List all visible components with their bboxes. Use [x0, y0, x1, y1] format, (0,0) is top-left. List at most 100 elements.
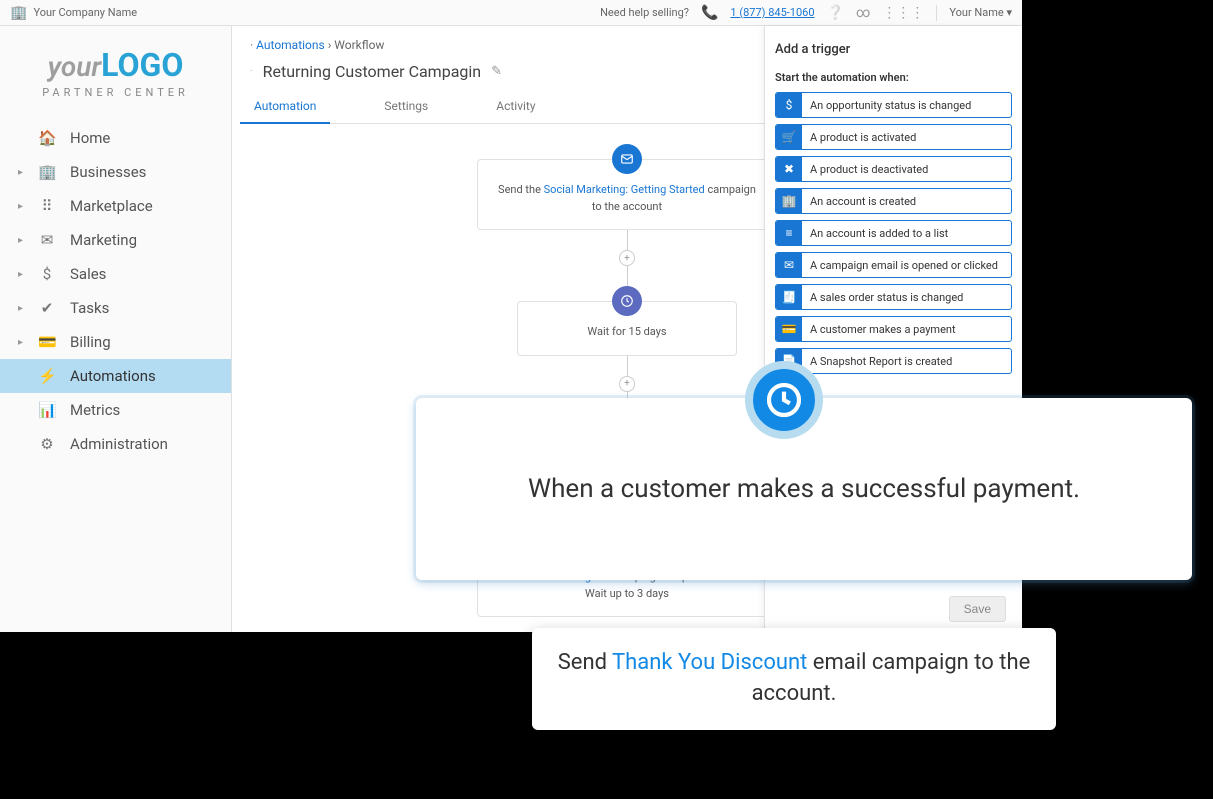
- topbar: 🏢 Your Company Name Need help selling? 📞…: [0, 0, 1022, 26]
- nav-item-metrics[interactable]: 📊 Metrics: [0, 393, 231, 427]
- building-icon: 🏢: [38, 163, 56, 181]
- nav-label: Metrics: [70, 401, 120, 419]
- callout-second: Send Thank You Discount email campaign t…: [532, 628, 1056, 730]
- trigger-option[interactable]: 💳A customer makes a payment: [775, 316, 1012, 342]
- nav: 🏠 Home ▸ 🏢 Businesses ▸⠿Marketplace ▸ ✉ Marketin…: [0, 121, 231, 461]
- trigger-label: A product is activated: [802, 131, 924, 144]
- bolt-icon: ⚡: [38, 367, 56, 385]
- add-step-button[interactable]: +: [619, 250, 635, 266]
- edit-icon[interactable]: ✎: [491, 64, 502, 79]
- nav-item-sales[interactable]: ▸$Sales: [0, 257, 231, 291]
- breadcrumb-root[interactable]: Automations: [256, 38, 325, 52]
- nav-item-marketing[interactable]: ▸ ✉ Marketing: [0, 223, 231, 257]
- chart-icon: 📊: [38, 401, 56, 419]
- page-title: Returning Customer Campagin: [263, 62, 481, 81]
- nav-label: Automations: [70, 367, 156, 385]
- home-icon: 🏠: [38, 129, 56, 147]
- nav-label: Marketplace: [70, 197, 153, 215]
- trigger-label: A Snapshot Report is created: [802, 355, 960, 368]
- trigger-label: A customer makes a payment: [802, 323, 964, 336]
- connector: [627, 230, 628, 250]
- cart-icon: 🛒: [776, 124, 802, 150]
- trigger-label: A campaign email is opened or clicked: [802, 259, 1006, 272]
- gear-icon: ⚙: [38, 435, 56, 453]
- logo: yourLOGO PARTNER CENTER: [0, 26, 231, 109]
- trigger-label: An account is added to a list: [802, 227, 956, 240]
- list-icon: ≡: [776, 220, 802, 246]
- phone-icon: 📞: [701, 5, 718, 21]
- trigger-option[interactable]: 🧾A sales order status is changed: [775, 284, 1012, 310]
- panel-subtitle: Start the automation when:: [775, 71, 1012, 84]
- nav-item-billing[interactable]: ▸ 💳 Billing: [0, 325, 231, 359]
- divider: [936, 5, 937, 21]
- connector: [627, 356, 628, 376]
- user-menu[interactable]: Your Name ▾: [949, 6, 1012, 19]
- logo-subtitle: PARTNER CENTER: [10, 86, 221, 99]
- chevron-right-icon: ▸: [18, 303, 24, 314]
- phone-link[interactable]: 1 (877) 845-1060: [730, 6, 814, 19]
- chevron-right-icon: ▸: [18, 269, 24, 280]
- company-icon: 🏢: [10, 5, 27, 21]
- nav-item-businesses[interactable]: ▸ 🏢 Businesses: [0, 155, 231, 189]
- nav-label: Tasks: [70, 299, 109, 317]
- mail-icon: ✉: [776, 252, 802, 278]
- trigger-option[interactable]: ✖A product is deactivated: [775, 156, 1012, 182]
- logo-part2: LOGO: [101, 46, 183, 84]
- infinity-icon[interactable]: ∞: [856, 5, 870, 21]
- chevron-right-icon: ▸: [18, 235, 24, 246]
- trigger-option[interactable]: ≡An account is added to a list: [775, 220, 1012, 246]
- nav-label: Businesses: [70, 163, 146, 181]
- connector: [627, 266, 628, 286]
- chevron-right-icon: ▸: [18, 167, 24, 178]
- mail-icon: ✉: [38, 231, 56, 249]
- campaign-link-1[interactable]: Social Marketing: Getting Started: [544, 183, 705, 196]
- card-icon: 💳: [776, 316, 802, 342]
- nav-item-home[interactable]: 🏠 Home: [0, 121, 231, 155]
- nav-item-marketplace[interactable]: ▸⠿Marketplace: [0, 189, 231, 223]
- trigger-option[interactable]: 🏢An account is created: [775, 188, 1012, 214]
- topbar-right: Need help selling? 📞 1 (877) 845-1060 ❔ …: [600, 5, 1012, 21]
- callout-second-text: Send Thank You Discount email campaign t…: [552, 648, 1036, 710]
- nav-item-tasks[interactable]: ▸ ✔ Tasks: [0, 291, 231, 325]
- check-icon: ✔: [38, 299, 56, 317]
- cart-off-icon: ✖: [776, 156, 802, 182]
- logo-part1: your: [48, 50, 102, 83]
- nav-item-automations[interactable]: ⚡ Automations: [0, 359, 231, 393]
- trigger-label: An opportunity status is changed: [802, 99, 979, 112]
- chevron-right-icon: ▸: [18, 337, 24, 348]
- save-button[interactable]: Save: [949, 596, 1006, 622]
- trigger-label: An account is created: [802, 195, 924, 208]
- tab-settings[interactable]: Settings: [380, 91, 432, 123]
- trigger-option[interactable]: 🛒A product is activated: [775, 124, 1012, 150]
- dollar-icon: $: [776, 92, 802, 118]
- clock-icon: [612, 286, 642, 316]
- topbar-left: 🏢 Your Company Name: [10, 5, 137, 21]
- sidebar: yourLOGO PARTNER CENTER 🏠 Home ▸ 🏢 Businesse…: [0, 26, 232, 632]
- help-text: Need help selling?: [600, 6, 689, 19]
- mail-icon: [612, 144, 642, 174]
- company-name: Your Company Name: [33, 6, 137, 19]
- nav-item-administration[interactable]: ⚙ Administration: [0, 427, 231, 461]
- apps-icon[interactable]: ⋮⋮⋮: [882, 5, 924, 21]
- trigger-label: A product is deactivated: [802, 163, 936, 176]
- receipt-icon: 🧾: [776, 284, 802, 310]
- nav-label: Administration: [70, 435, 168, 453]
- add-step-button[interactable]: +: [619, 376, 635, 392]
- breadcrumb-sep: ›: [328, 38, 332, 52]
- nav-label: Home: [70, 129, 110, 147]
- trigger-option[interactable]: $An opportunity status is changed: [775, 92, 1012, 118]
- nav-label: Billing: [70, 333, 111, 351]
- trigger-list: $An opportunity status is changed🛒A prod…: [775, 92, 1012, 374]
- breadcrumb-current: Workflow: [334, 38, 384, 52]
- help-icon[interactable]: ❔: [827, 5, 844, 21]
- discount-link[interactable]: Thank You Discount: [612, 650, 807, 675]
- card-icon: 💳: [38, 333, 56, 351]
- nav-label: Marketing: [70, 231, 137, 249]
- tab-automation[interactable]: Automation: [250, 91, 320, 123]
- trigger-option[interactable]: 📄A Snapshot Report is created: [775, 348, 1012, 374]
- tab-activity[interactable]: Activity: [492, 91, 539, 123]
- building-icon: 🏢: [776, 188, 802, 214]
- panel-title: Add a trigger: [775, 42, 1012, 57]
- trigger-label: A sales order status is changed: [802, 291, 971, 304]
- trigger-option[interactable]: ✉A campaign email is opened or clicked: [775, 252, 1012, 278]
